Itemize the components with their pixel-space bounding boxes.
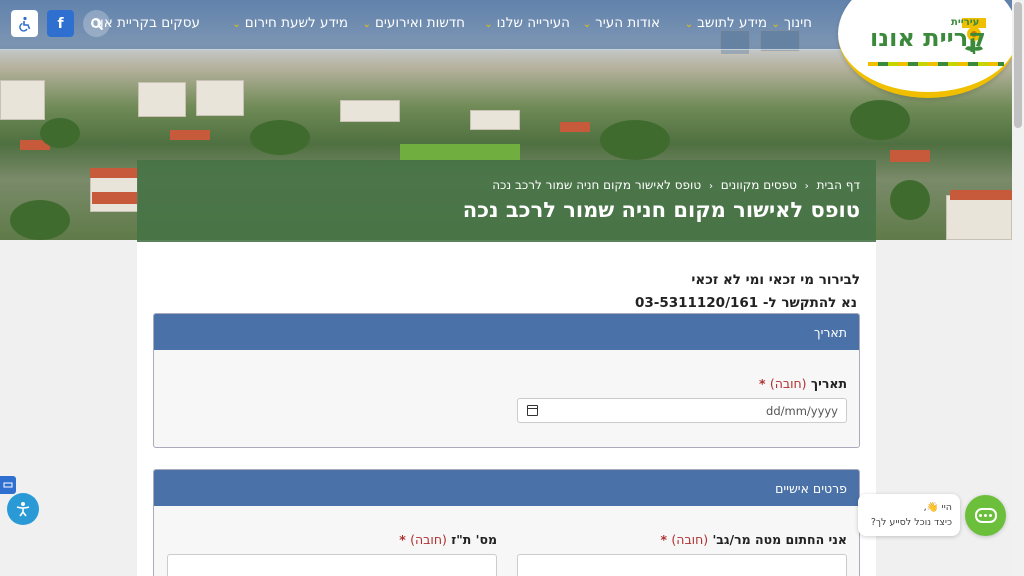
chat-greeting-line2: כיצד נוכל לסייע לך? (870, 517, 952, 528)
scrollbar-thumb[interactable] (1014, 2, 1022, 128)
breadcrumb-forms[interactable]: טפסים מקוונים (721, 178, 797, 192)
nav-item-about-city[interactable]: אודות העיר⌄ (583, 15, 660, 31)
page-title-banner: דף הבית ‹ טפסים מקוונים ‹ טופס לאישור מק… (137, 160, 876, 242)
accessibility-person-icon (16, 502, 30, 517)
chevron-down-icon: ⌄ (582, 19, 592, 30)
chevron-down-icon: ⌄ (484, 19, 493, 30)
logo-big-text: קריית אונו (870, 24, 986, 52)
chat-greeting-line1: היי 👋, (923, 502, 952, 513)
date-section-header: תאריך (154, 314, 859, 350)
nav-item-education[interactable]: חינוך⌄ (771, 15, 812, 31)
name-field-label: אני החתום מטה מר/גב' (חובה) * (660, 532, 848, 547)
date-placeholder: dd/mm/yyyy (766, 404, 838, 418)
date-field-label: תאריך (חובה) * (758, 376, 847, 391)
id-number-input[interactable] (167, 554, 497, 576)
chat-greeting-bubble[interactable]: היי 👋, כיצד נוכל לסייע לך? (858, 494, 960, 536)
date-input[interactable]: dd/mm/yyyy (517, 398, 847, 423)
wheelchair-icon (18, 16, 30, 32)
personal-details-section: פרטים אישיים אני החתום מטה מר/גב' (חובה)… (153, 469, 860, 576)
intro-phone-text: נא להתקשר ל- 03-5311120/161 (634, 295, 857, 311)
page-title: טופס לאישור מקום חניה שמור לרכב נכה (462, 198, 860, 222)
personal-section-header: פרטים אישיים (154, 470, 859, 506)
breadcrumb-current: טופס לאישור מקום חניה שמור לרכב נכה (492, 178, 702, 192)
breadcrumb-home[interactable]: דף הבית (817, 178, 860, 192)
chevron-down-icon: ⌄ (232, 19, 241, 30)
calendar-icon[interactable] (527, 405, 538, 416)
page-scrollbar[interactable] (1012, 0, 1024, 576)
chevron-left-icon: ‹ (804, 181, 809, 192)
breadcrumb: דף הבית ‹ טפסים מקוונים ‹ טופס לאישור מק… (492, 178, 860, 192)
nav-item-resident-info[interactable]: מידע לתושב⌄ (685, 15, 767, 31)
keyboard-icon (3, 482, 13, 488)
chat-open-button[interactable] (965, 495, 1006, 536)
accessibility-button[interactable] (11, 10, 38, 37)
intro-eligibility-text: לבירור מי זכאי ומי לא זכאי (691, 272, 860, 288)
date-section: תאריך תאריך (חובה) * dd/mm/yyyy (153, 313, 860, 448)
accessibility-widget-button[interactable] (7, 493, 39, 525)
nav-item-emergency[interactable]: מידע לשעת חירום⌄ (232, 15, 348, 31)
chevron-left-icon: ‹ (708, 181, 713, 192)
form-card: לבירור מי זכאי ומי לא זכאי נא להתקשר ל- … (137, 242, 876, 576)
facebook-icon: f (57, 15, 64, 32)
name-input[interactable] (517, 554, 847, 576)
nav-item-our-municipality[interactable]: העירייה שלנו⌄ (484, 15, 570, 31)
chevron-down-icon: ⌄ (362, 19, 371, 30)
facebook-button[interactable]: f (47, 10, 74, 37)
nav-item-news-events[interactable]: חדשות ואירועים⌄ (363, 15, 465, 31)
chat-icon (974, 508, 997, 523)
chevron-down-icon: ⌄ (684, 19, 694, 30)
id-field-label: מס' ת"ז (חובה) * (399, 532, 497, 547)
chevron-down-icon: ⌄ (771, 19, 780, 30)
side-accessibility-tab[interactable] (0, 476, 16, 494)
logo-stripe (868, 62, 1004, 66)
nav-item-business[interactable]: עסקים בקריית אונו (91, 15, 200, 31)
